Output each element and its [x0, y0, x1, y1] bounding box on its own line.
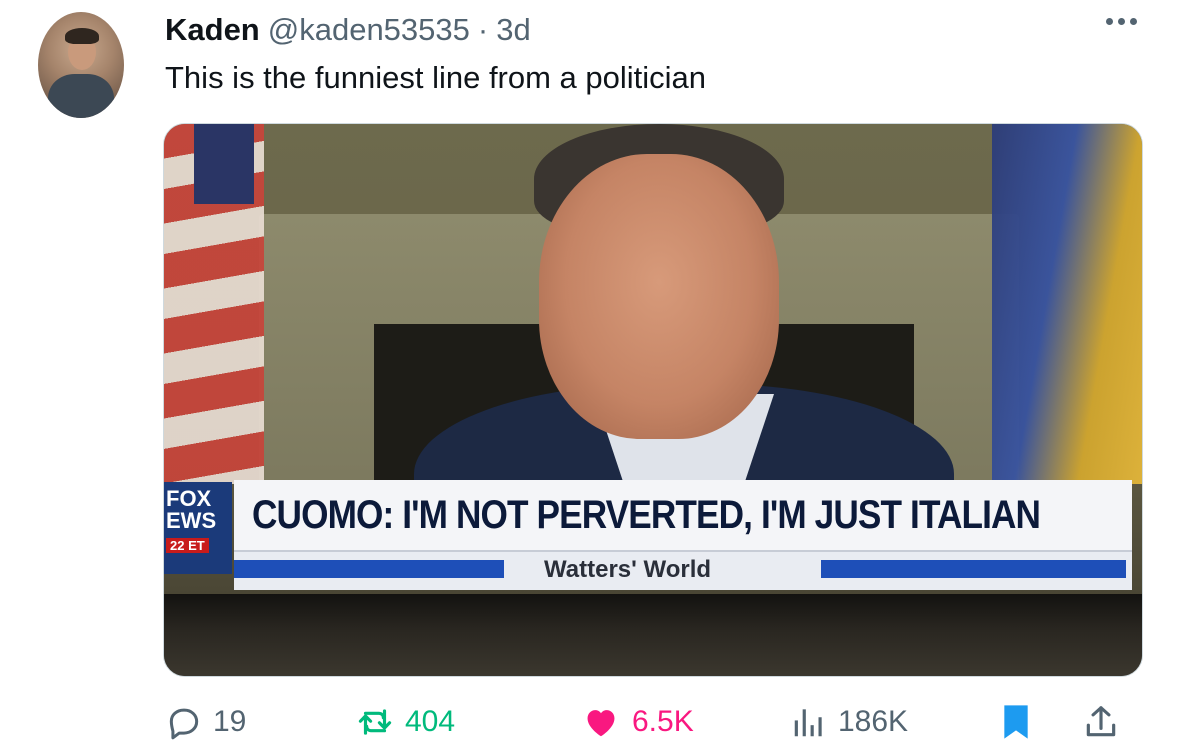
bookmark-icon [1004, 705, 1028, 739]
network-logo-line-2: EWS [166, 508, 217, 533]
tv-bezel [164, 594, 1142, 676]
more-options-icon[interactable] [1106, 18, 1137, 25]
time-tag: 22 ET [166, 538, 209, 553]
more-dot [1118, 18, 1125, 25]
reply-button[interactable]: 19 [165, 700, 246, 744]
tweet-text: This is the funniest line from a politic… [165, 60, 707, 95]
avatar[interactable] [38, 12, 124, 118]
news-lower-third: FOX EWS 22 ET CUOMO: I'M NOT PERVERTED, … [164, 480, 1142, 592]
views-icon [794, 709, 822, 737]
views-count: 186K [838, 705, 909, 738]
heart-icon [587, 710, 615, 737]
share-button[interactable] [1082, 700, 1120, 744]
avatar-shirt [48, 74, 114, 118]
network-logo-line-1: FOX [166, 486, 212, 511]
like-count: 6.5K [632, 705, 694, 738]
author-handle[interactable]: @kaden53535 [268, 12, 470, 48]
tweet-actions: 19 404 6.5K 186K [165, 700, 1145, 744]
us-flag-canton [194, 124, 254, 204]
show-bar-stripe-right [821, 560, 1126, 578]
views-button[interactable]: 186K [790, 700, 908, 744]
like-button[interactable]: 6.5K [580, 700, 694, 744]
retweet-icon [358, 709, 392, 735]
share-icon [1086, 706, 1116, 737]
state-flag [992, 124, 1142, 484]
headline-bar: CUOMO: I'M NOT PERVERTED, I'M JUST ITALI… [234, 480, 1132, 550]
more-dot [1130, 18, 1137, 25]
separator-dot: · [477, 12, 489, 47]
avatar-hair [65, 28, 99, 44]
show-bar-stripe-left [234, 560, 504, 578]
person-face [539, 154, 779, 439]
reply-count: 19 [213, 705, 247, 738]
show-name: Watters' World [544, 556, 712, 583]
show-bar: Watters' World [234, 550, 1132, 590]
tweet-header: Kaden @kaden53535 · 3d [165, 12, 531, 48]
network-logo: FOX EWS 22 ET [164, 482, 232, 574]
news-headline: CUOMO: I'M NOT PERVERTED, I'M JUST ITALI… [252, 492, 1041, 537]
retweet-button[interactable]: 404 [355, 700, 455, 744]
reply-icon [169, 708, 199, 740]
retweet-count: 404 [405, 705, 456, 738]
tweet-timestamp[interactable]: 3d [496, 12, 530, 48]
bookmark-button[interactable] [999, 700, 1033, 744]
tweet-media[interactable]: FOX EWS 22 ET CUOMO: I'M NOT PERVERTED, … [163, 123, 1143, 677]
author-name[interactable]: Kaden [165, 12, 260, 48]
more-dot [1106, 18, 1113, 25]
